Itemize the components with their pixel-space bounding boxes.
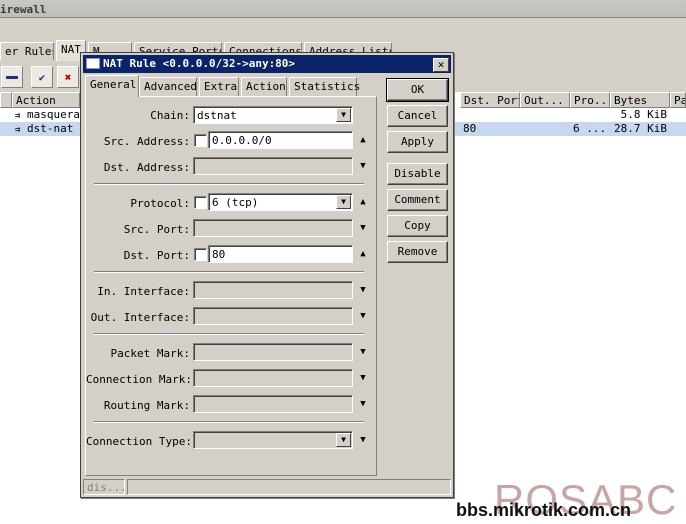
protocol-select[interactable]: 6 (tcp) ▼	[208, 193, 353, 211]
out-interface-label: Out. Interface:	[90, 311, 190, 324]
close-icon[interactable]: ✕	[433, 58, 449, 72]
tab-action[interactable]: Action	[241, 77, 287, 96]
row-action: dst-nat	[27, 122, 74, 135]
status-text: dis...	[83, 479, 125, 495]
remove-rule-button[interactable]	[1, 66, 23, 88]
window-icon	[86, 58, 100, 69]
src-address-negate-checkbox[interactable]	[194, 134, 207, 147]
row-bytes: 28.7 KiB	[614, 122, 667, 135]
column-header-protocol[interactable]: Pro...	[570, 92, 610, 108]
in-interface-select[interactable]	[193, 281, 353, 299]
check-icon: ✔	[38, 70, 46, 84]
tab-filter-rules[interactable]: er Rules	[0, 42, 54, 60]
rule-icon: ⇉	[15, 111, 21, 121]
expand-down-icon[interactable]: ▼	[358, 285, 368, 295]
tab-general[interactable]: General	[85, 75, 139, 97]
expand-down-icon[interactable]: ▼	[358, 435, 368, 445]
src-address-label: Src. Address:	[103, 135, 190, 148]
status-bar: dis...	[83, 479, 451, 495]
disable-button[interactable]: Disable	[387, 163, 448, 185]
column-header-flag[interactable]	[0, 92, 12, 108]
expand-down-icon[interactable]: ▼	[358, 311, 368, 321]
dst-address-label: Dst. Address:	[103, 161, 190, 174]
packet-mark-label: Packet Mark:	[110, 347, 190, 360]
chevron-down-icon[interactable]: ▼	[336, 108, 351, 122]
expand-down-icon[interactable]: ▼	[358, 161, 368, 171]
copy-button[interactable]: Copy	[387, 215, 448, 237]
routing-mark-select[interactable]	[193, 395, 353, 413]
column-header-action[interactable]: Action	[12, 92, 80, 108]
chain-value: dstnat	[197, 109, 237, 122]
connection-mark-label: Connection Mark:	[86, 373, 192, 386]
expand-down-icon[interactable]: ▼	[358, 223, 368, 233]
protocol-label: Protocol:	[130, 197, 190, 210]
nat-rule-dialog: NAT Rule <0.0.0.0/32->any:80> ✕ General …	[80, 52, 454, 498]
separator	[94, 271, 364, 273]
row-protocol: 6 ...	[573, 122, 607, 135]
chevron-down-icon[interactable]: ▼	[336, 195, 351, 209]
chevron-down-icon[interactable]: ▼	[336, 433, 351, 447]
routing-mark-label: Routing Mark:	[103, 399, 190, 412]
column-header-dst-port[interactable]: Dst. Port	[460, 92, 520, 108]
collapse-up-icon[interactable]: ▲	[358, 135, 368, 145]
separator	[94, 333, 364, 335]
src-address-value: 0.0.0.0/0	[212, 134, 272, 147]
packet-mark-select[interactable]	[193, 343, 353, 361]
row-dst-port: 80	[463, 122, 477, 135]
tab-extra[interactable]: Extra	[199, 77, 239, 96]
protocol-negate-checkbox[interactable]	[194, 196, 207, 209]
src-port-label: Src. Port:	[123, 223, 190, 236]
general-panel: Chain: dstnat ▼ Src. Address: 0.0.0.0/0 …	[85, 96, 377, 476]
row-action: masquera	[27, 108, 80, 121]
column-header-bytes[interactable]: Bytes	[610, 92, 670, 108]
enable-rule-button[interactable]: ✔	[31, 66, 53, 88]
tab-advanced[interactable]: Advanced	[139, 77, 197, 96]
apply-button[interactable]: Apply	[387, 131, 448, 153]
collapse-up-icon[interactable]: ▲	[358, 197, 368, 207]
status-cell-empty	[127, 479, 451, 495]
dst-address-input[interactable]	[193, 157, 353, 175]
rule-icon: ⇉	[15, 125, 21, 135]
src-port-input[interactable]	[193, 219, 353, 237]
in-interface-label: In. Interface:	[97, 285, 190, 298]
minus-icon	[6, 75, 18, 79]
ok-button[interactable]: OK	[386, 78, 449, 102]
dialog-titlebar[interactable]: NAT Rule <0.0.0.0/32->any:80> ✕	[83, 55, 451, 73]
firewall-window-titlebar: irewall	[0, 0, 686, 18]
firewall-window-title: irewall	[0, 3, 47, 16]
connection-type-select[interactable]: ▼	[193, 431, 353, 449]
connection-type-label: Connection Type:	[86, 435, 192, 448]
row-bytes: 5.8 KiB	[620, 108, 667, 121]
comment-button[interactable]: Comment	[387, 189, 448, 211]
src-address-input[interactable]: 0.0.0.0/0	[208, 131, 353, 149]
dst-port-negate-checkbox[interactable]	[194, 248, 207, 261]
column-header-out[interactable]: Out...	[520, 92, 570, 108]
dialog-title: NAT Rule <0.0.0.0/32->any:80>	[103, 57, 296, 70]
out-interface-select[interactable]	[193, 307, 353, 325]
expand-down-icon[interactable]: ▼	[358, 373, 368, 383]
chain-select[interactable]: dstnat ▼	[193, 106, 353, 124]
separator	[94, 421, 364, 423]
remove-button[interactable]: Remove	[387, 241, 448, 263]
collapse-up-icon[interactable]: ▲	[358, 249, 368, 259]
dst-port-value: 80	[212, 248, 226, 261]
tab-statistics[interactable]: Statistics	[289, 77, 360, 96]
disable-rule-button[interactable]: ✖	[57, 66, 79, 88]
cross-icon: ✖	[64, 70, 72, 84]
column-header-packets[interactable]: Pa	[670, 92, 686, 108]
expand-down-icon[interactable]: ▼	[358, 399, 368, 409]
separator	[94, 183, 364, 185]
watermark-url: bbs.mikrotik.com.cn	[456, 500, 632, 520]
expand-down-icon[interactable]: ▼	[358, 347, 368, 357]
cancel-button[interactable]: Cancel	[387, 105, 448, 127]
dst-port-input[interactable]: 80	[208, 245, 353, 263]
dst-port-label: Dst. Port:	[123, 249, 190, 262]
protocol-value: 6 (tcp)	[212, 196, 259, 209]
connection-mark-select[interactable]	[193, 369, 353, 387]
chain-label: Chain:	[150, 109, 190, 122]
